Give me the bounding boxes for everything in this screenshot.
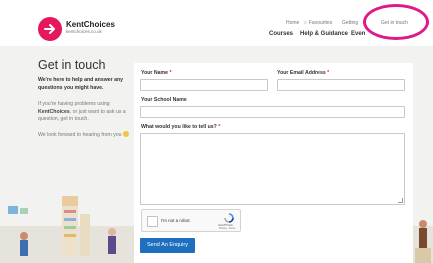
recaptcha-links[interactable]: Privacy - Terms [219, 227, 235, 230]
message-label: What would you like to tell us? * [141, 124, 221, 130]
annotation-highlight-circle [363, 4, 429, 40]
brand-mention: KentChoices [38, 108, 70, 115]
logo-url: kentchoices.co.uk [66, 29, 102, 34]
school-input[interactable] [140, 106, 405, 118]
nav-help-guidance[interactable]: Help & Guidance [300, 30, 348, 38]
name-label: Your Name * [141, 70, 172, 76]
kentchoices-logo[interactable] [38, 17, 62, 41]
star-icon: ☆ [303, 20, 308, 26]
recaptcha-widget: I'm not a robot reCAPTCHA Privacy - Term… [141, 209, 241, 232]
sidebar-subtitle: We're here to help and answer any questi… [38, 77, 124, 91]
send-enquiry-button[interactable]: Send An Enquiry [140, 238, 195, 253]
recaptcha-logo-icon [224, 213, 234, 223]
utility-link-favourites[interactable]: ☆ Favourites [303, 20, 332, 26]
name-input[interactable] [140, 79, 268, 91]
utility-link-home[interactable]: Home [286, 20, 299, 26]
page-title: Get in touch [38, 58, 106, 72]
illustration-left [8, 196, 116, 256]
resize-handle-icon[interactable] [398, 198, 403, 203]
email-label: Your Email Address * [277, 70, 330, 76]
school-label: Your School Name [141, 97, 187, 103]
recaptcha-label: I'm not a robot [161, 218, 190, 223]
email-input[interactable] [277, 79, 405, 91]
nav-courses[interactable]: Courses [269, 30, 293, 38]
nav-events[interactable]: Even [351, 30, 365, 38]
sidebar-paragraph-closing: We look forward to hearing from you [38, 131, 132, 140]
site-header: KentChoices kentchoices.co.uk Home ☆ Fav… [0, 0, 433, 46]
recaptcha-checkbox[interactable] [147, 216, 158, 227]
smiley-emoji-icon [122, 131, 129, 137]
message-textarea[interactable] [140, 133, 405, 205]
utility-link-getting[interactable]: Getting [342, 20, 358, 26]
logo-arrow-icon [44, 24, 55, 34]
logo-name: KentChoices [66, 20, 115, 29]
illustration-right [415, 220, 431, 263]
sidebar-paragraph-help: If you're having problems using KentChoi… [38, 101, 126, 122]
